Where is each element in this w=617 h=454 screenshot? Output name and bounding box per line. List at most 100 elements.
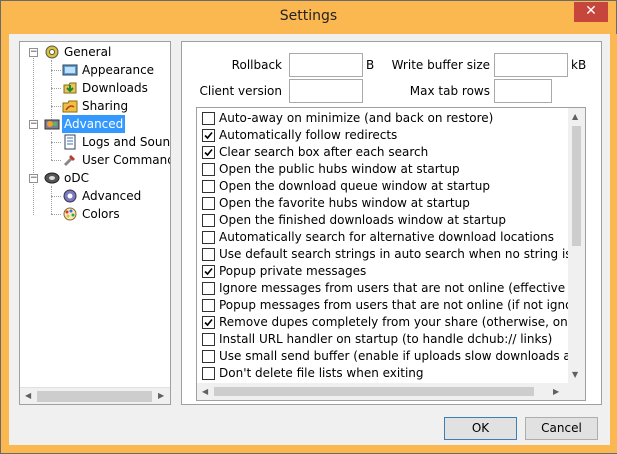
odc-icon: [44, 170, 60, 186]
tree-line: [51, 186, 52, 214]
write-buffer-input[interactable]: [494, 53, 568, 77]
scroll-up-icon[interactable]: ▲: [572, 112, 578, 121]
option-checkbox[interactable]: [202, 180, 215, 193]
option-label: Open the public hubs window at startup: [219, 162, 460, 176]
options-horizontal-scrollbar[interactable]: ◀ ▶: [197, 383, 568, 400]
tree-scroll-thumb[interactable]: [37, 391, 152, 402]
option-row[interactable]: Open the download queue window at startu…: [197, 178, 567, 195]
option-row[interactable]: Use small send buffer (enable if uploads…: [197, 348, 585, 365]
client-version-input[interactable]: [289, 79, 363, 103]
option-row[interactable]: Open the public hubs window at startup: [197, 161, 567, 178]
option-label: Auto-away on minimize (and back on resto…: [219, 111, 494, 125]
tree-line: [33, 55, 34, 215]
appearance-icon: [62, 62, 78, 78]
option-checkbox[interactable]: [202, 112, 215, 125]
option-row[interactable]: Open the finished downloads window at st…: [197, 212, 567, 229]
max-tab-rows-input[interactable]: [494, 79, 552, 103]
option-row[interactable]: Open the favorite hubs window at startup: [197, 195, 567, 212]
checkmark-icon: [204, 318, 213, 327]
title-bar[interactable]: Settings ✕: [1, 1, 616, 34]
option-label: Popup private messages: [219, 264, 367, 278]
option-checkbox[interactable]: [202, 197, 215, 210]
rollback-input[interactable]: [289, 53, 363, 77]
scroll-down-icon[interactable]: ▼: [572, 370, 578, 379]
logs-icon: [62, 134, 78, 150]
tree-line: [51, 70, 61, 71]
tree-line: [51, 88, 61, 89]
options-hscroll-thumb[interactable]: [214, 387, 534, 396]
scrollbar-corner: [568, 383, 585, 400]
colors-icon: [62, 206, 78, 222]
collapse-odc-expander[interactable]: −: [29, 174, 38, 183]
option-checkbox[interactable]: [202, 316, 215, 329]
tree-line: [51, 160, 61, 161]
advanced-icon: [44, 116, 60, 132]
downloads-icon: [62, 80, 78, 96]
option-checkbox[interactable]: [202, 214, 215, 227]
option-checkbox[interactable]: [202, 129, 215, 142]
tree-line: [51, 142, 61, 143]
option-checkbox[interactable]: [202, 146, 215, 159]
option-row[interactable]: Popup messages from users that are not o…: [197, 297, 585, 314]
option-checkbox[interactable]: [202, 350, 215, 363]
window-title: Settings: [279, 8, 338, 24]
settings-tree[interactable]: − General Appearance Downloads Sharing −…: [19, 41, 171, 405]
option-checkbox[interactable]: [202, 248, 215, 261]
option-checkbox[interactable]: [202, 265, 215, 278]
close-button[interactable]: ✕: [574, 2, 608, 22]
option-checkbox[interactable]: [202, 231, 215, 244]
window-border-left: [1, 34, 9, 453]
option-label: Automatically follow redirects: [219, 128, 398, 142]
cancel-button[interactable]: Cancel: [525, 417, 598, 440]
option-label: Use small send buffer (enable if uploads…: [219, 349, 586, 363]
option-label: Open the finished downloads window at st…: [219, 213, 507, 227]
tree-line: [51, 132, 52, 160]
collapse-general-expander[interactable]: −: [29, 48, 38, 57]
ok-button[interactable]: OK: [444, 417, 517, 440]
window-border-bottom: [1, 445, 616, 453]
option-row[interactable]: Don't delete file lists when exiting: [197, 365, 567, 382]
option-label: Use default search strings in auto searc…: [219, 247, 585, 261]
client-version-label: Client version: [199, 84, 282, 98]
option-label: Install URL handler on startup (to handl…: [219, 332, 553, 346]
option-label: Popup messages from users that are not o…: [219, 298, 585, 312]
write-buffer-label: Write buffer size: [391, 58, 490, 72]
odc-advanced-icon: [62, 188, 78, 204]
option-row[interactable]: Automatically follow redirects: [197, 127, 567, 144]
rollback-label: Rollback: [231, 58, 282, 72]
options-checklist[interactable]: Auto-away on minimize (and back on resto…: [196, 107, 586, 401]
collapse-advanced-expander[interactable]: −: [29, 120, 38, 129]
option-row[interactable]: Use default search strings in auto searc…: [197, 246, 585, 263]
options-vscroll-thumb[interactable]: [572, 126, 581, 246]
option-row[interactable]: Install URL handler on startup (to handl…: [197, 331, 567, 348]
option-label: Clear search box after each search: [219, 145, 429, 159]
option-label: Open the favorite hubs window at startup: [219, 196, 470, 210]
general-icon: [44, 44, 60, 60]
option-label: Ignore messages from users that are not …: [219, 281, 585, 295]
scroll-right-icon[interactable]: ▶: [158, 391, 164, 400]
option-label: Open the download queue window at startu…: [219, 179, 491, 193]
user-command-icon: [62, 152, 78, 168]
option-row[interactable]: Auto-away on minimize (and back on resto…: [197, 110, 567, 127]
option-checkbox[interactable]: [202, 299, 215, 312]
rollback-unit: B: [366, 58, 375, 72]
option-row[interactable]: Remove dupes completely from your share …: [197, 314, 585, 331]
settings-window: Settings ✕ − General Appearance Download…: [0, 0, 617, 454]
option-checkbox[interactable]: [202, 282, 215, 295]
option-row[interactable]: Popup private messages: [197, 263, 567, 280]
scroll-left-icon[interactable]: ◀: [202, 387, 208, 396]
option-row[interactable]: Ignore messages from users that are not …: [197, 280, 585, 297]
option-label: Automatically search for alternative dow…: [219, 230, 554, 244]
sharing-icon: [62, 98, 78, 114]
option-row[interactable]: Automatically search for alternative dow…: [197, 229, 567, 246]
option-checkbox[interactable]: [202, 367, 215, 380]
tree-horizontal-scrollbar[interactable]: ◀ ▶: [20, 387, 170, 404]
scroll-right-icon[interactable]: ▶: [553, 387, 559, 396]
tree-line: [51, 214, 61, 215]
option-row[interactable]: Clear search box after each search: [197, 144, 567, 161]
option-checkbox[interactable]: [202, 163, 215, 176]
checkmark-icon: [204, 148, 213, 157]
scroll-left-icon[interactable]: ◀: [25, 391, 31, 400]
options-vertical-scrollbar[interactable]: ▲ ▼: [568, 108, 585, 385]
option-checkbox[interactable]: [202, 333, 215, 346]
